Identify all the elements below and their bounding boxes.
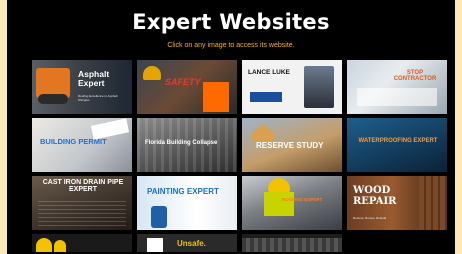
website-tile-cast-iron-drain-pipe-expert[interactable]: CAST IRON DRAIN PIPE EXPERT bbox=[32, 176, 132, 230]
website-tile-waterproofing-expert[interactable]: WATERPROOFING EXPERT bbox=[347, 118, 447, 172]
wood-planks-image bbox=[419, 176, 447, 230]
blueprint-image bbox=[90, 118, 130, 140]
house-image bbox=[357, 88, 437, 106]
house-icon bbox=[252, 124, 274, 142]
website-tile-asphalt-expert[interactable]: Asphalt Expert Roofing Excellence in Asp… bbox=[32, 60, 132, 114]
paving-roller-image bbox=[38, 94, 68, 104]
sign-image bbox=[147, 238, 163, 252]
article-text-image bbox=[38, 200, 126, 226]
portrait-photo bbox=[304, 66, 334, 108]
building-site-image bbox=[242, 238, 342, 252]
website-tile-reserve-study[interactable]: RESERVE STUDY bbox=[242, 118, 342, 172]
hard-hat-image bbox=[36, 238, 52, 252]
website-tile-unsafe[interactable]: Unsafe. bbox=[137, 234, 237, 252]
tile-label: BUILDING PERMIT bbox=[40, 137, 107, 146]
tile-label: WOOD REPAIR bbox=[353, 185, 397, 207]
tile-tagline: Restore. Renew. Rebuild bbox=[353, 216, 387, 220]
website-tile-hard-hats[interactable] bbox=[32, 234, 132, 252]
tile-label: Unsafe. bbox=[177, 239, 206, 248]
tile-label: PAINTING EXPERT bbox=[147, 187, 219, 196]
tile-label: STOP CONTRACTOR bbox=[393, 70, 437, 83]
expert-websites-panel: Expert Websites Click on any image to ac… bbox=[7, 0, 455, 254]
website-tile-painting-expert[interactable]: PAINTING EXPERT bbox=[137, 176, 237, 230]
website-tile-roofing-expert[interactable]: ROOFING EXPERT bbox=[242, 176, 342, 230]
website-tile-wood-repair[interactable]: WOOD REPAIR Restore. Renew. Rebuild bbox=[347, 176, 447, 230]
website-tile-stop-contractor[interactable]: STOP CONTRACTOR bbox=[347, 60, 447, 114]
website-tile-safety[interactable]: SAFETY bbox=[137, 60, 237, 114]
painter-image bbox=[151, 206, 167, 228]
tile-label: WATERPROOFING EXPERT bbox=[358, 138, 438, 144]
website-tile-florida-building-collapse[interactable]: Florida Building Collapse bbox=[137, 118, 237, 172]
tile-tagline: Roofing Excellence in Asphalt Shingles bbox=[78, 94, 118, 102]
tile-label: ROOFING EXPERT bbox=[282, 197, 323, 202]
hard-hat-image bbox=[54, 240, 66, 252]
website-tile-lance-luke[interactable]: LANCE LUKE bbox=[242, 60, 342, 114]
page-title: Expert Websites bbox=[132, 10, 330, 34]
website-tile-building-site[interactable] bbox=[242, 234, 342, 252]
tile-label: Florida Building Collapse bbox=[145, 140, 218, 146]
hard-hat-image bbox=[268, 178, 290, 192]
tile-label: RESERVE STUDY bbox=[256, 141, 324, 150]
tile-label: CAST IRON DRAIN PIPE EXPERT bbox=[42, 179, 124, 194]
hard-hat-image bbox=[143, 66, 161, 80]
tile-label: SAFETY bbox=[165, 77, 201, 87]
company-logo-image bbox=[250, 92, 282, 102]
tile-label: Asphalt Expert bbox=[78, 69, 110, 88]
page-subtitle: Click on any image to access its website… bbox=[167, 42, 295, 49]
roofer-image bbox=[264, 192, 294, 216]
tile-label: LANCE LUKE bbox=[248, 69, 290, 76]
website-tile-building-permit[interactable]: BUILDING PERMIT bbox=[32, 118, 132, 172]
website-grid: Asphalt Expert Roofing Excellence in Asp… bbox=[32, 60, 450, 252]
